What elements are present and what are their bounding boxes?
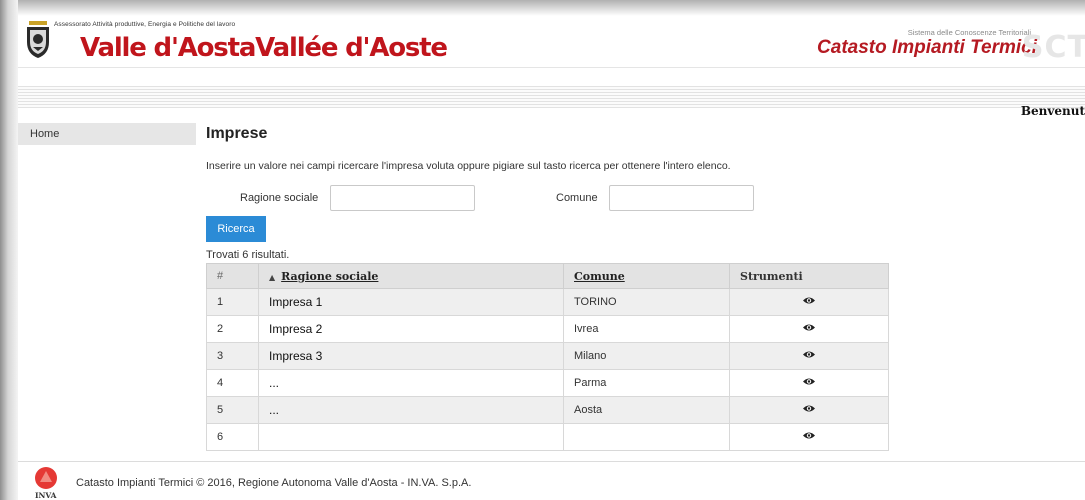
ragione-sociale-label: Ragione sociale: [240, 192, 319, 204]
ragione-sociale-input[interactable]: [330, 185, 475, 211]
cell-comune: Aosta: [563, 396, 730, 424]
cell-comune: Milano: [563, 342, 730, 370]
table-row: 6: [206, 423, 889, 451]
cell-comune: Parma: [563, 369, 730, 397]
cell-num: 5: [206, 396, 259, 424]
sort-asc-icon: ▲: [269, 271, 276, 282]
cell-ragione: [258, 423, 564, 451]
column-header-strumenti: Strumenti: [729, 263, 889, 289]
eye-icon[interactable]: [803, 296, 815, 305]
cell-strumenti: [729, 396, 889, 424]
eye-icon[interactable]: [803, 404, 815, 413]
table-row: 5 ... Aosta: [206, 396, 889, 424]
column-header-ragione[interactable]: ▲ Ragione sociale: [258, 263, 564, 289]
eye-icon[interactable]: [803, 323, 815, 332]
cell-ragione: Impresa 3: [258, 342, 564, 370]
cell-num: 6: [206, 423, 259, 451]
cell-strumenti: [729, 315, 889, 343]
table-row: 3 Impresa 3 Milano: [206, 342, 889, 370]
footer-copyright: Catasto Impianti Termici © 2016, Regione…: [76, 477, 472, 489]
column-header-comune[interactable]: Comune: [563, 263, 730, 289]
eye-icon[interactable]: [803, 377, 815, 386]
cell-ragione: ...: [258, 396, 564, 424]
cell-comune: [563, 423, 730, 451]
sct-logo: SCT: [1021, 30, 1085, 65]
cell-num: 3: [206, 342, 259, 370]
eye-icon[interactable]: [803, 350, 815, 359]
eye-icon[interactable]: [803, 431, 815, 440]
stripe-bar: [18, 86, 1085, 108]
cell-strumenti: [729, 423, 889, 451]
brand-logo-text: Valle d'AostaVallée d'Aoste: [80, 33, 448, 63]
cell-ragione: Impresa 2: [258, 315, 564, 343]
sort-comune-link[interactable]: Comune: [574, 270, 625, 283]
crest-icon: [27, 21, 49, 58]
cell-strumenti: [729, 342, 889, 370]
comune-label: Comune: [556, 192, 598, 204]
comune-input[interactable]: [609, 185, 754, 211]
welcome-text: Benvenut: [1020, 104, 1085, 118]
header-divider: [18, 67, 1085, 68]
cell-strumenti: [729, 369, 889, 397]
window-frame-left: [0, 0, 18, 500]
cell-num: 1: [206, 288, 259, 316]
inva-logo-text: INVA: [35, 491, 57, 500]
sistema-label: Sistema delle Conoscenze Territoriali: [907, 28, 1031, 37]
table-row: 2 Impresa 2 Ivrea: [206, 315, 889, 343]
sort-ragione-link[interactable]: Ragione sociale: [281, 270, 378, 283]
header: Assessorato Attività produttive, Energia…: [18, 16, 1085, 68]
assessorato-label: Assessorato Attività produttive, Energia…: [54, 21, 236, 28]
page-title: Imprese: [206, 125, 268, 142]
sidebar-item-home[interactable]: Home: [18, 123, 196, 145]
inva-logo-icon: INVA: [35, 467, 57, 500]
window-frame-top: [0, 0, 1085, 16]
cell-num: 2: [206, 315, 259, 343]
column-header-num: #: [206, 263, 259, 289]
results-table: # ▲ Ragione sociale Comune Strumenti 1 Im…: [206, 263, 889, 451]
table-row: 1 Impresa 1 TORINO: [206, 288, 889, 316]
search-button[interactable]: Ricerca: [206, 216, 266, 242]
app-title: Catasto Impianti Termici: [817, 37, 1037, 58]
results-count: Trovati 6 risultati.: [206, 249, 290, 261]
footer-divider: [18, 461, 1085, 462]
instruction-text: Inserire un valore nei campi ricercare l…: [206, 160, 731, 172]
cell-strumenti: [729, 288, 889, 316]
table-header-row: # ▲ Ragione sociale Comune Strumenti: [206, 263, 889, 289]
table-row: 4 ... Parma: [206, 369, 889, 397]
cell-comune: TORINO: [563, 288, 730, 316]
cell-num: 4: [206, 369, 259, 397]
cell-ragione: Impresa 1: [258, 288, 564, 316]
cell-ragione: ...: [258, 369, 564, 397]
cell-comune: Ivrea: [563, 315, 730, 343]
